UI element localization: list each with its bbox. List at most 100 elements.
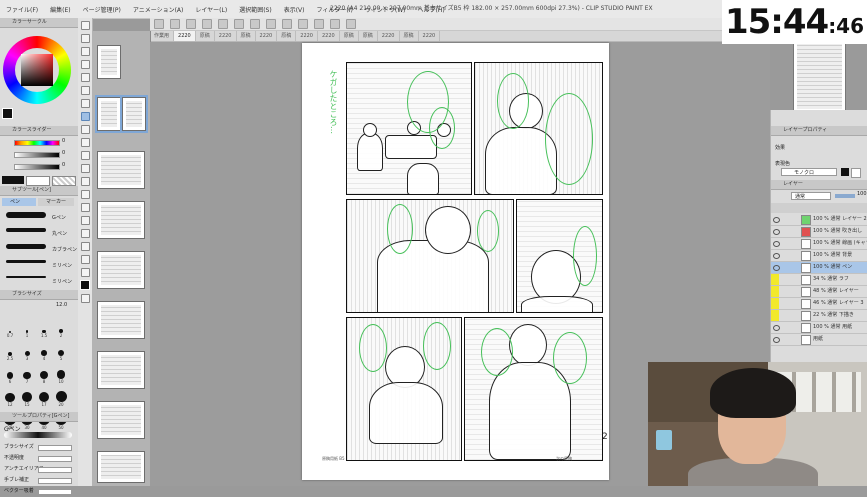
- transparent-color-chip[interactable]: [52, 176, 76, 186]
- tab[interactable]: 2220: [318, 31, 340, 41]
- page-thumb[interactable]: [97, 201, 145, 239]
- tab[interactable]: 原稿: [196, 31, 215, 41]
- snap-special-icon[interactable]: [346, 19, 356, 29]
- manga-page[interactable]: [302, 43, 609, 480]
- pen-tool-icon[interactable]: [80, 112, 90, 121]
- tab[interactable]: 2220: [419, 31, 441, 41]
- tab[interactable]: 2220: [256, 31, 278, 41]
- save-icon[interactable]: [186, 19, 196, 29]
- page-thumb[interactable]: [97, 45, 121, 79]
- gradient-tool-icon[interactable]: [80, 216, 90, 225]
- layer-move-tool-icon[interactable]: [80, 60, 90, 69]
- brush-size-preset[interactable]: 8: [37, 364, 51, 384]
- page-thumb[interactable]: [97, 351, 145, 389]
- opacity-slider[interactable]: [835, 194, 855, 198]
- current-color-icon[interactable]: [80, 280, 90, 290]
- snap-grid-icon[interactable]: [330, 19, 340, 29]
- brush-size-preset[interactable]: 20: [54, 387, 68, 407]
- text-tool-icon[interactable]: [80, 268, 90, 277]
- selection-tool-icon[interactable]: [80, 73, 90, 82]
- menu-view[interactable]: 表示(V): [284, 5, 305, 14]
- prop-row[interactable]: 不透明度: [4, 453, 76, 464]
- subtool-tab-marker[interactable]: マーカー: [38, 198, 74, 206]
- layer-folder-row[interactable]: 100 % 通常 線画 (キャラ): [771, 238, 867, 250]
- tab-active[interactable]: 2220: [174, 31, 196, 41]
- eraser-tool-icon[interactable]: [80, 177, 90, 186]
- bg-color-chip[interactable]: [26, 176, 50, 186]
- blend-mode-select[interactable]: 通常: [791, 192, 831, 200]
- menu-page[interactable]: ページ管理(P): [83, 5, 121, 14]
- brush-item[interactable]: ミリペン: [0, 276, 78, 288]
- layer-row[interactable]: 48 % 通常 レイヤー: [771, 286, 867, 298]
- brush-size-preset[interactable]: 7: [20, 364, 34, 384]
- brush-item[interactable]: 丸ペン: [0, 228, 78, 240]
- menu-file[interactable]: ファイル(F): [6, 5, 38, 14]
- brush-size-preset[interactable]: 10: [54, 364, 68, 384]
- mono-color-2[interactable]: [851, 168, 861, 178]
- figure-tool-icon[interactable]: [80, 229, 90, 238]
- brush-size-preset[interactable]: 5: [54, 341, 68, 361]
- tab[interactable]: 2220: [378, 31, 400, 41]
- undo-icon[interactable]: [202, 19, 212, 29]
- eye-icon[interactable]: [773, 253, 780, 259]
- decoration-tool-icon[interactable]: [80, 164, 90, 173]
- pencil-tool-icon[interactable]: [80, 125, 90, 134]
- brush-item[interactable]: Gペン: [0, 212, 78, 224]
- page-thumb-selected[interactable]: [120, 95, 148, 133]
- frame-tool-icon[interactable]: [80, 242, 90, 251]
- brush-size-preset[interactable]: 6: [3, 364, 17, 384]
- hue-slider[interactable]: [14, 140, 60, 146]
- layer-row[interactable]: 22 % 通常 下描き: [771, 310, 867, 322]
- layer-row[interactable]: 100 % 通常 吹き出し: [771, 226, 867, 238]
- brush-size-preset[interactable]: 17: [37, 387, 51, 407]
- menu-animation[interactable]: アニメーション(A): [133, 5, 184, 14]
- eye-icon[interactable]: [773, 337, 780, 343]
- airbrush-tool-icon[interactable]: [80, 151, 90, 160]
- tab[interactable]: 原稿: [400, 31, 419, 41]
- new-icon[interactable]: [154, 19, 164, 29]
- layer-row[interactable]: 46 % 通常 レイヤー 3: [771, 298, 867, 310]
- layer-row[interactable]: 100 % 通常 用紙: [771, 322, 867, 334]
- layer-row-selected[interactable]: 100 % 通常 ペン: [771, 262, 867, 274]
- ruler-tool-icon[interactable]: [80, 255, 90, 264]
- tab[interactable]: 原稿: [359, 31, 378, 41]
- layer-row[interactable]: 100 % 通常 レイヤー 2: [771, 214, 867, 226]
- navigator-preview[interactable]: [793, 40, 846, 113]
- brush-item[interactable]: ミリペン: [0, 260, 78, 272]
- main-color-swatch[interactable]: [2, 108, 13, 119]
- open-icon[interactable]: [170, 19, 180, 29]
- auto-select-tool-icon[interactable]: [80, 86, 90, 95]
- clear-icon[interactable]: [234, 19, 244, 29]
- menu-selection[interactable]: 選択範囲(S): [239, 5, 272, 14]
- eyedropper-tool-icon[interactable]: [80, 99, 90, 108]
- brightness-slider[interactable]: [14, 164, 60, 170]
- page-thumb[interactable]: [97, 451, 145, 483]
- brush-size-preset[interactable]: 1.5: [37, 318, 51, 338]
- brush-tool-icon[interactable]: [80, 138, 90, 147]
- prop-row[interactable]: アンチエイリアス: [4, 464, 76, 475]
- eye-icon[interactable]: [773, 241, 780, 247]
- snap-ruler-icon[interactable]: [314, 19, 324, 29]
- tab[interactable]: 原稿: [237, 31, 256, 41]
- brush-size-preset[interactable]: 3: [20, 341, 34, 361]
- brush-size-preset[interactable]: 1: [20, 318, 34, 338]
- subtool-tab-pen[interactable]: ペン: [2, 198, 36, 206]
- brush-size-preset[interactable]: 15: [20, 387, 34, 407]
- layer-row[interactable]: 34 % 通常 ラフ: [771, 274, 867, 286]
- prop-row[interactable]: ブラシサイズ: [4, 442, 76, 453]
- brush-size-preset[interactable]: 2.5: [3, 341, 17, 361]
- prop-row[interactable]: 手ブレ補正: [4, 475, 76, 486]
- page-thumb-selected[interactable]: [95, 95, 123, 133]
- brush-size-preset[interactable]: 2: [54, 318, 68, 338]
- fill-tool-icon[interactable]: [80, 203, 90, 212]
- saturation-slider[interactable]: [14, 152, 60, 158]
- operation-tool-icon[interactable]: [80, 47, 90, 56]
- brush-item[interactable]: カブラペン: [0, 244, 78, 256]
- brush-size-preset[interactable]: 0.7: [3, 318, 17, 338]
- page-thumb[interactable]: [97, 401, 145, 439]
- redo-icon[interactable]: [218, 19, 228, 29]
- transform-icon[interactable]: [266, 19, 276, 29]
- menu-edit[interactable]: 編集(E): [50, 5, 70, 14]
- tab[interactable]: 2220: [215, 31, 237, 41]
- tab[interactable]: 2220: [296, 31, 318, 41]
